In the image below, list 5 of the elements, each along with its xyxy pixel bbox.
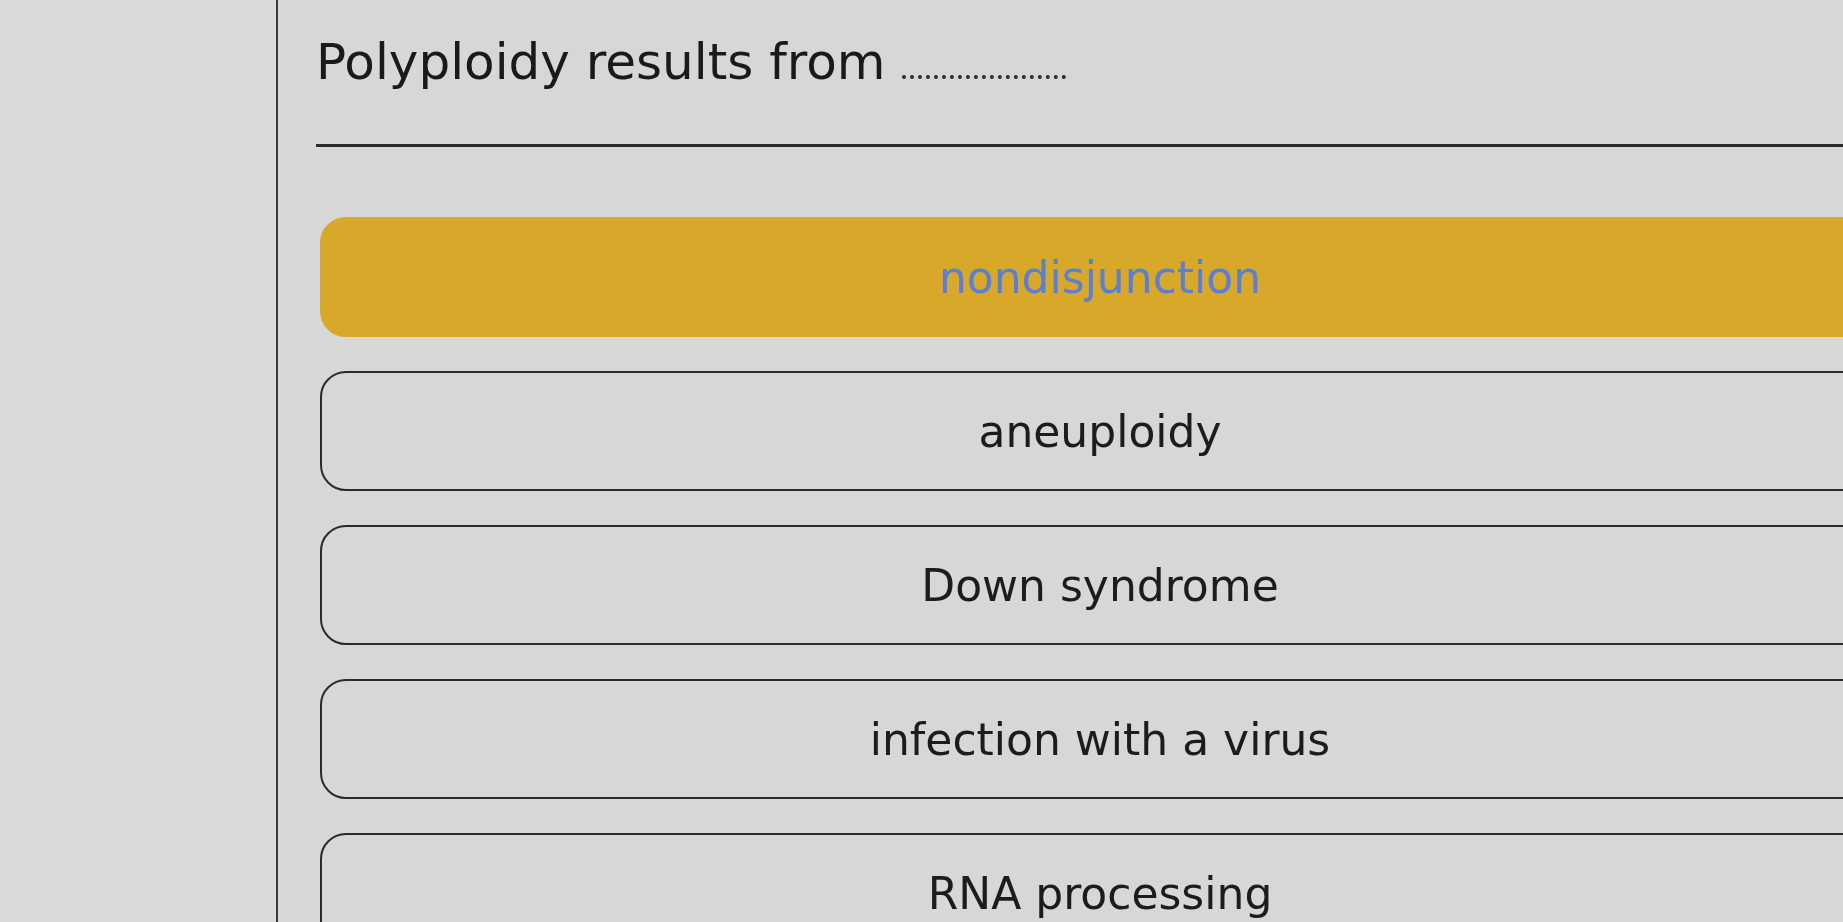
answer-option[interactable]: RNA processing [320, 833, 1843, 922]
question-text: Polyploidy results from [316, 32, 886, 92]
answer-option[interactable]: infection with a virus [320, 679, 1843, 799]
answer-option[interactable]: aneuploidy [320, 371, 1843, 491]
answer-option[interactable]: Down syndrome [320, 525, 1843, 645]
